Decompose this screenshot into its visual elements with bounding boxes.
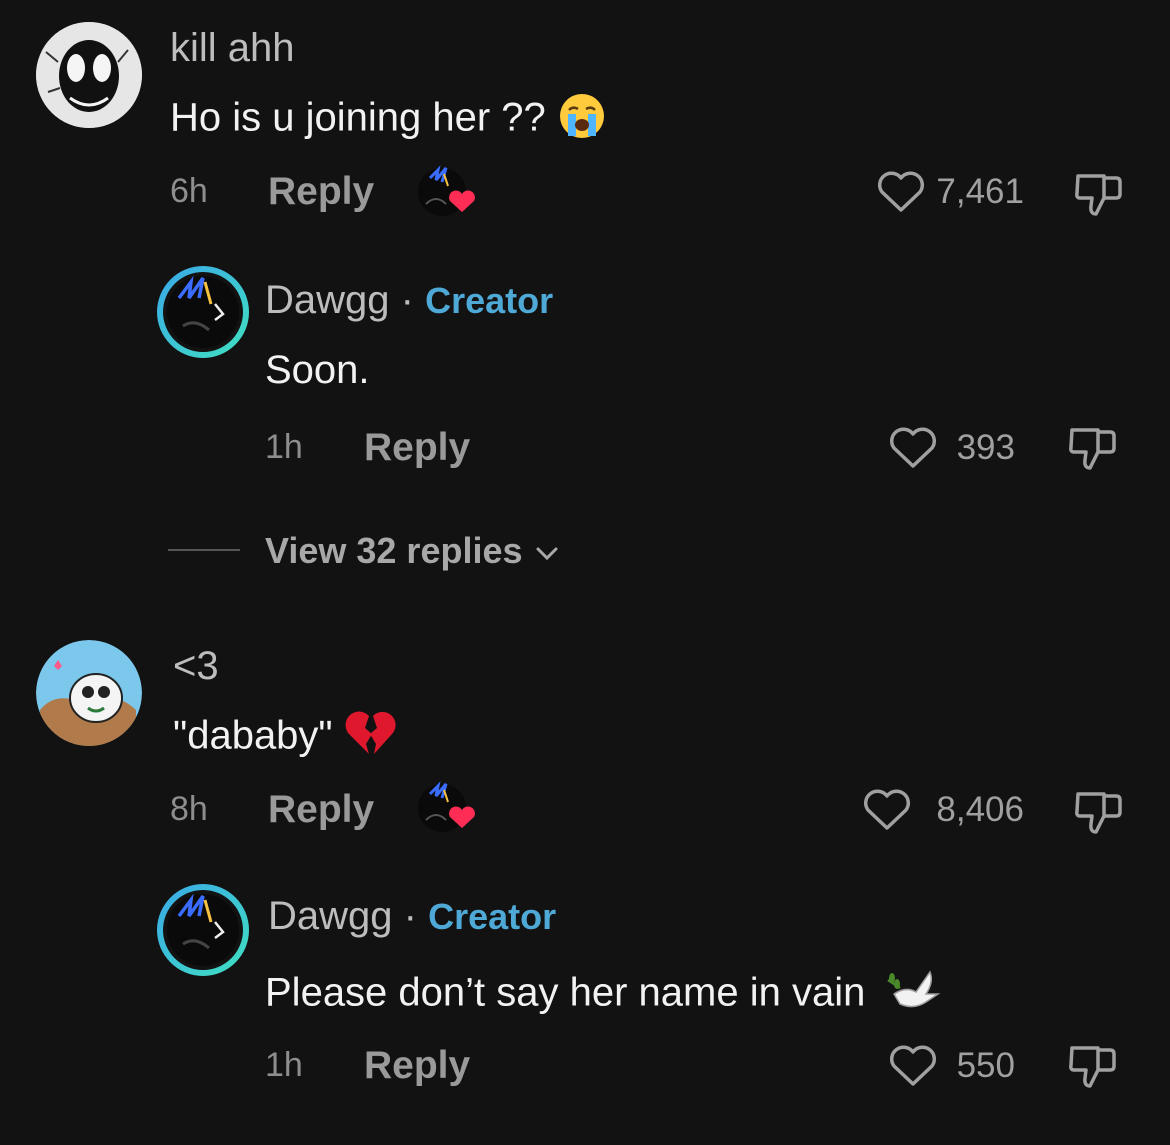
reply-username[interactable]: Dawgg · Creator	[265, 278, 553, 323]
reply-username-text: Dawgg	[265, 278, 390, 322]
comment-username[interactable]: <3	[173, 644, 219, 689]
sketch-face-avatar-icon	[36, 22, 142, 128]
view-replies-button[interactable]: View 32 replies	[265, 530, 561, 572]
like-count: 8,406	[936, 790, 1024, 829]
creator-liked-badge	[416, 780, 478, 836]
user-avatar[interactable]	[36, 640, 142, 746]
dislike-button[interactable]	[1066, 422, 1118, 474]
dislike-button[interactable]	[1066, 1040, 1118, 1092]
dislike-button[interactable]	[1072, 168, 1124, 220]
comment-username[interactable]: kill ahh	[170, 26, 295, 71]
thumbs-down-icon	[1075, 792, 1122, 834]
reply-button[interactable]: Reply	[364, 426, 470, 470]
divider-line	[168, 549, 240, 551]
chevron-down-icon	[536, 547, 558, 561]
creator-avatar[interactable]	[155, 264, 251, 360]
view-replies-label: View 32 replies	[265, 530, 523, 571]
reply-text: Please don’t say her name in vain	[265, 964, 942, 1026]
creator-liked-badge	[416, 164, 478, 220]
thumbs-down-icon	[1069, 428, 1116, 470]
like-button[interactable]	[862, 788, 912, 832]
creator-avatar-heart-icon	[418, 165, 475, 216]
creator-avatar[interactable]	[155, 882, 251, 978]
reply-username-text: Dawgg	[268, 894, 393, 938]
heart-icon	[863, 789, 911, 830]
reply-text-content: Please don’t say her name in vain	[265, 970, 866, 1015]
comment-text-content: "dababy"	[173, 713, 333, 758]
comment-text: Ho is u joining her ??	[170, 90, 607, 150]
comment-text-content: Ho is u joining her ??	[170, 95, 546, 140]
thumbs-down-icon	[1075, 174, 1122, 216]
thumbs-down-icon	[1069, 1046, 1116, 1088]
reply-timestamp: 1h	[265, 1046, 303, 1084]
broken-heart-emoji	[344, 708, 398, 768]
separator-dot: ·	[403, 894, 417, 938]
creator-badge: Creator	[425, 280, 554, 321]
reply-button[interactable]: Reply	[364, 1044, 470, 1088]
reply-username[interactable]: Dawgg · Creator	[268, 894, 556, 939]
reply-text: Soon.	[265, 348, 370, 392]
comment-timestamp: 8h	[170, 790, 208, 828]
cartoon-avatar-icon	[36, 640, 142, 746]
like-count: 393	[956, 428, 1015, 467]
separator-dot: ·	[400, 278, 414, 322]
like-count: 550	[956, 1046, 1015, 1085]
dislike-button[interactable]	[1072, 786, 1124, 838]
user-avatar[interactable]	[36, 22, 142, 128]
creator-badge: Creator	[428, 896, 557, 937]
reply-button[interactable]: Reply	[268, 170, 374, 214]
comment-text: "dababy"	[173, 708, 398, 768]
comment-timestamp: 6h	[170, 172, 208, 210]
dove-emoji	[886, 964, 942, 1026]
like-count: 7,461	[936, 172, 1024, 211]
creator-avatar-heart-icon	[418, 781, 475, 832]
creator-avatar-icon	[157, 884, 249, 976]
creator-avatar-icon	[157, 266, 249, 358]
crying-face-emoji	[557, 90, 607, 150]
reply-timestamp: 1h	[265, 428, 303, 466]
reply-button[interactable]: Reply	[268, 788, 374, 832]
